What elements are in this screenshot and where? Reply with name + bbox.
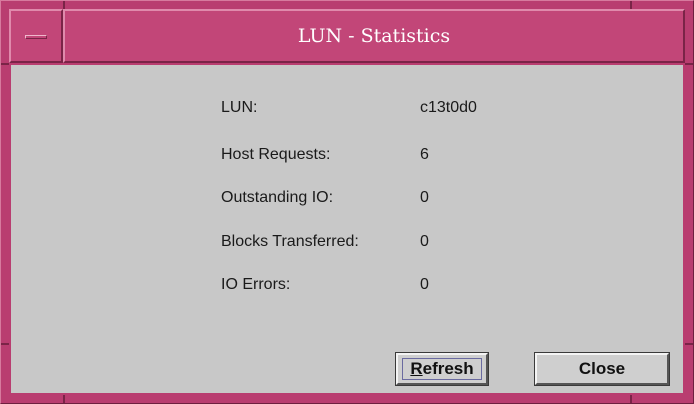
frame-resize-handle-right-top[interactable] [685,63,693,65]
frame-resize-handle-top-right[interactable] [630,1,632,9]
host-requests-value: 6 [420,146,429,163]
dialog-window: LUN - Statistics LUN: c13t0d0 Host Reque… [0,0,694,404]
outstanding-io-value: 0 [420,189,429,206]
frame-resize-handle-bottom-right[interactable] [630,395,632,403]
io-errors-value: 0 [420,276,429,293]
close-button[interactable]: Close [534,352,670,386]
frame-resize-handle-left-bottom[interactable] [1,343,9,345]
host-requests-label: Host Requests: [221,146,331,163]
refresh-button[interactable]: Refresh [395,352,489,386]
blocks-transferred-label: Blocks Transferred: [221,233,359,250]
frame-resize-handle-bottom-left[interactable] [63,395,65,403]
frame-resize-handle-top-left[interactable] [63,1,65,9]
outstanding-io-label: Outstanding IO: [221,189,334,206]
title-bar[interactable]: LUN - Statistics [9,9,685,63]
window-menu-button[interactable] [9,9,63,63]
focus-indicator [402,358,482,380]
dialog-content: LUN: c13t0d0 Host Requests: 6 Outstandin… [11,65,683,393]
window-title: LUN - Statistics [63,9,685,63]
lun-label: LUN: [221,99,258,116]
io-errors-label: IO Errors: [221,276,291,293]
window-menu-icon [25,35,47,39]
frame-resize-handle-left-top[interactable] [1,63,9,65]
frame-resize-handle-right-bottom[interactable] [685,343,693,345]
blocks-transferred-value: 0 [420,233,429,250]
lun-value: c13t0d0 [420,99,477,116]
